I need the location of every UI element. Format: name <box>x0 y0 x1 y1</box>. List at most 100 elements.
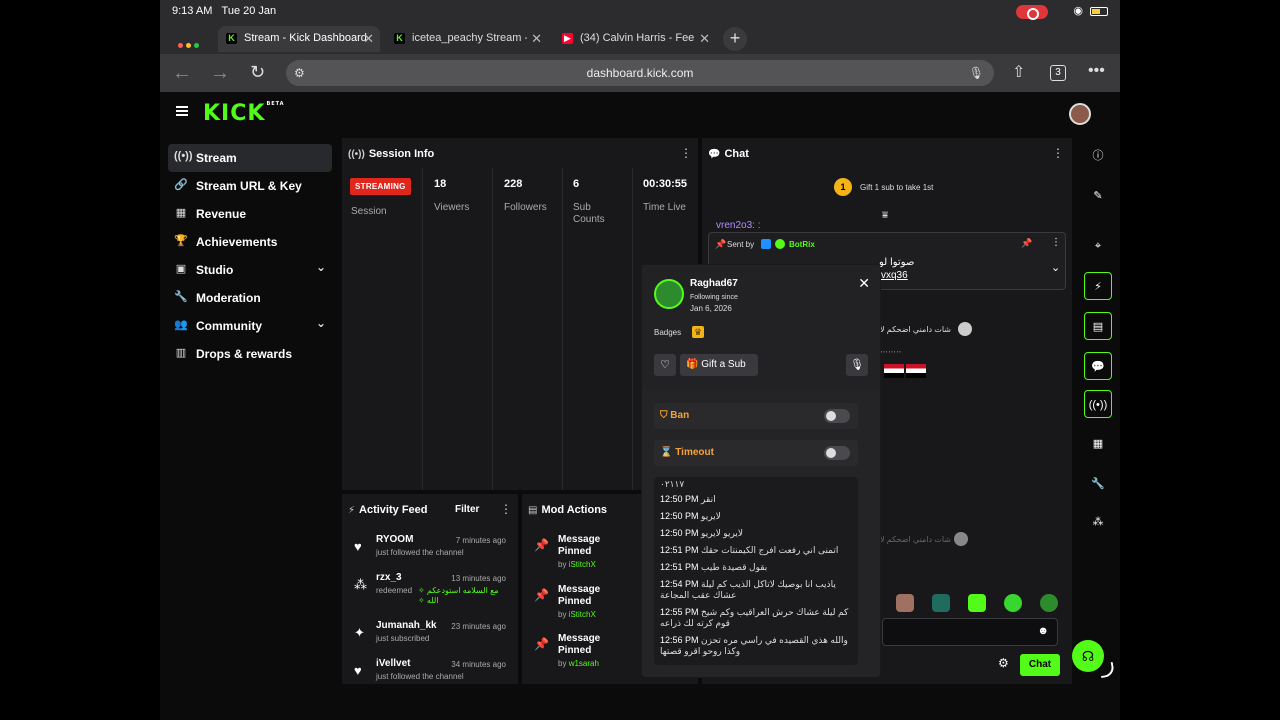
tab-count-button[interactable]: 3 <box>1050 65 1066 81</box>
timeout-toggle[interactable] <box>824 446 850 460</box>
kick-logo[interactable]: KICKBETA <box>203 101 285 126</box>
sidebar-item-revenue[interactable]: ▦ Revenue <box>168 200 332 228</box>
lightning-icon[interactable]: ⚡ <box>1084 272 1112 300</box>
mod-action-label: Message Pinned <box>558 633 601 656</box>
sidebar-item-stream[interactable]: ((•)) Stream <box>168 144 332 172</box>
pinned-link[interactable]: vxq36 <box>881 270 908 281</box>
close-tab-icon[interactable]: ✕ <box>695 31 710 47</box>
kebab-menu-icon[interactable]: ⋮ <box>500 502 512 516</box>
close-tab-icon[interactable]: ✕ <box>527 31 542 47</box>
community-icon[interactable]: ⁂ <box>1084 508 1112 536</box>
microphone-icon[interactable]: 🎙 <box>969 60 984 86</box>
followers-label: Followers <box>504 202 547 213</box>
gift-banner-text[interactable]: Gift 1 sub to take 1st <box>860 183 933 192</box>
chevron-down-icon[interactable]: ⌄ <box>1051 261 1060 274</box>
crown-badge-icon: ♛ <box>692 326 704 338</box>
window-menu-dots[interactable] <box>178 35 202 53</box>
hamburger-menu-icon[interactable] <box>176 106 188 116</box>
verified-icon <box>775 239 785 249</box>
info-icon[interactable]: ⓘ <box>1084 142 1112 170</box>
tab-icetea-stream[interactable]: K icetea_peachy Stream - ✕ <box>386 26 548 52</box>
new-tab-button[interactable]: + <box>723 27 747 51</box>
emote-icon[interactable] <box>932 594 950 612</box>
chat-bubble-icon[interactable]: 💬 <box>1084 352 1112 380</box>
tab-youtube[interactable]: ▶ (34) Calvin Harris - Feel ✕ <box>554 26 716 52</box>
list-item: 12:55 PM كم ليلة عشاك حرش العراقيب وكم ش… <box>660 607 849 628</box>
site-settings-icon[interactable]: ⚙ <box>294 60 305 86</box>
more-menu-icon[interactable]: ••• <box>1088 62 1105 80</box>
pin-toggle-icon[interactable]: ⩸ <box>882 210 888 221</box>
pin-icon: 📌 <box>715 239 727 249</box>
emote-icon[interactable] <box>1004 594 1022 612</box>
activity-time: 7 minutes ago <box>455 536 506 545</box>
sent-by-label: Sent by <box>727 240 755 249</box>
sidebar-item-studio[interactable]: ▣ Studio ⌄ <box>168 256 332 284</box>
sidebar-item-achievements[interactable]: 🏆 Achievements <box>168 228 332 256</box>
emote-icon[interactable] <box>968 594 986 612</box>
wrench-icon[interactable]: 🔧 <box>1084 470 1112 498</box>
url-field[interactable]: ⚙ dashboard.kick.com 🎙 <box>286 60 994 86</box>
chat-input[interactable]: ☻ <box>882 618 1058 646</box>
chevron-down-icon: ⌄ <box>315 316 326 330</box>
list-item: ٠٢١١٧ <box>660 479 685 489</box>
emoji-icon[interactable]: ☻ <box>1037 625 1049 637</box>
list-item: 12:50 PM انقر <box>660 494 716 504</box>
gift-sub-button[interactable]: 🎁 Gift a Sub <box>680 354 758 376</box>
studio-icon: ▣ <box>175 263 187 275</box>
follow-heart-button[interactable]: ♡ <box>654 354 676 376</box>
list-item: ♥ iVellvet 34 minutes ago just followed … <box>342 658 518 684</box>
reload-icon[interactable]: ↻ <box>250 62 265 83</box>
layout-icon[interactable]: ▦ <box>1084 430 1112 458</box>
divider <box>422 168 423 490</box>
sidebar-item-community[interactable]: 👥 Community ⌄ <box>168 312 332 340</box>
activity-feed-panel: ⚡ Activity Feed Filter ⋮ ♥ RYOOM 7 minute… <box>342 494 518 684</box>
user-avatar[interactable] <box>1069 103 1091 125</box>
send-chat-button[interactable]: Chat <box>1020 654 1060 676</box>
divider <box>632 168 633 490</box>
document-icon[interactable]: ▤ <box>1084 312 1112 340</box>
edit-icon[interactable]: ✎ <box>1084 182 1112 210</box>
broadcast-icon: ((•)) <box>174 150 193 162</box>
mute-mic-button[interactable]: 🎙 <box>846 354 868 376</box>
kebab-menu-icon[interactable]: ⋮ <box>680 146 692 160</box>
emote-icon <box>958 322 972 336</box>
kebab-menu-icon[interactable]: ⋮ <box>1051 237 1061 248</box>
shield-icon: ⛉ <box>660 410 668 421</box>
back-arrow-icon[interactable]: ← <box>172 62 192 85</box>
tab-stream-dashboard[interactable]: K Stream - Kick Dashboard ✕ <box>218 26 380 52</box>
emote-icon[interactable] <box>896 594 914 612</box>
chat-message-fragment: شات دامني اضحكم لا <box>880 535 951 544</box>
screen-record-icon <box>1016 5 1048 20</box>
filter-button[interactable]: Filter <box>455 504 479 515</box>
chat-bubble-icon: 💬 <box>708 149 721 160</box>
focus-icon[interactable]: ⌖ <box>1084 232 1112 260</box>
broadcast-icon[interactable]: ((•)) <box>1084 390 1112 418</box>
kick-icon: K <box>394 33 405 44</box>
tab-label: Stream - Kick Dashboard <box>244 32 367 44</box>
emote-icon <box>954 532 968 546</box>
emote-icon[interactable] <box>1040 594 1058 612</box>
followers-value: 228 <box>504 178 523 190</box>
close-tab-icon[interactable]: ✕ <box>363 31 374 47</box>
sidebar-item-stream-url-key[interactable]: 🔗 Stream URL & Key <box>168 172 332 200</box>
activity-time: 23 minutes ago <box>451 622 506 631</box>
browser-tab-bar: K Stream - Kick Dashboard ✕ K icetea_pea… <box>160 24 1120 54</box>
streaming-badge: STREAMING <box>350 178 411 195</box>
activity-reward: مع السلامه استودعكم ✧ الله ✧ <box>418 586 499 605</box>
unpin-icon[interactable]: 📌 <box>1021 238 1032 249</box>
kebab-menu-icon[interactable]: ⋮ <box>1052 146 1064 160</box>
forward-arrow-icon[interactable]: → <box>210 62 230 85</box>
divider <box>562 168 563 490</box>
close-icon[interactable]: ✕ <box>858 275 870 292</box>
sub-counts-label: Sub Counts <box>573 202 605 225</box>
sidebar-item-drops-rewards[interactable]: ▥ Drops & rewards <box>168 340 332 368</box>
panel-title: 💬 Chat <box>708 148 749 160</box>
timeout-row: ⌛ Timeout <box>654 440 858 466</box>
badges-label: Badges <box>654 328 682 337</box>
sub-counts-value: 6 <box>573 178 580 190</box>
panel-title: ▤ Mod Actions <box>528 504 608 516</box>
share-icon[interactable]: ⇧ <box>1012 62 1025 82</box>
sidebar-item-moderation[interactable]: 🔧 Moderation <box>168 284 332 312</box>
ban-toggle[interactable] <box>824 409 850 423</box>
settings-gear-icon[interactable]: ⚙ <box>998 656 1009 670</box>
